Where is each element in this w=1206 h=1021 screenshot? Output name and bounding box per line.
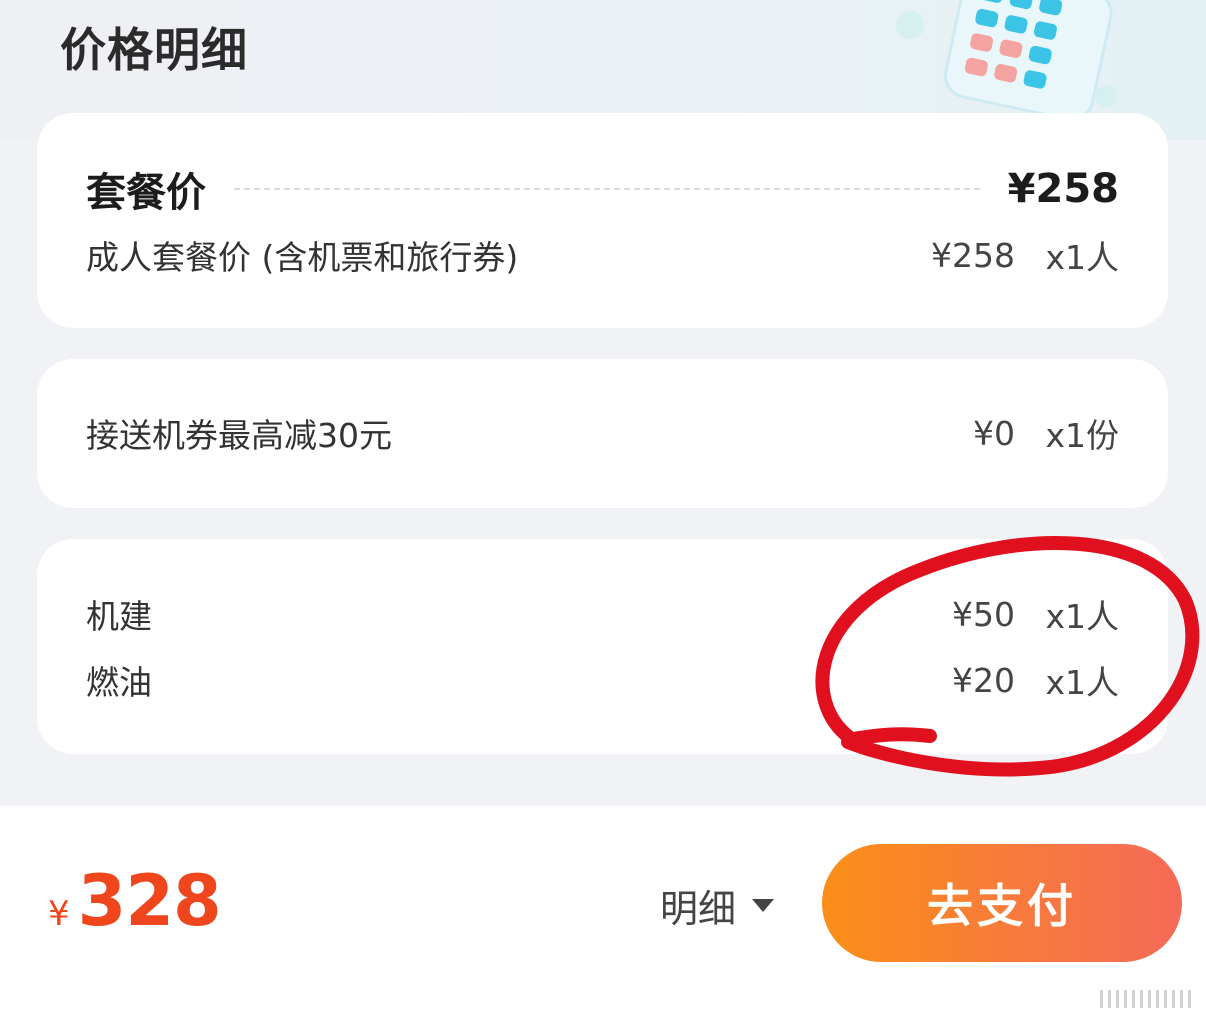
total-price: ¥ 328 [48,860,222,942]
item-label: 接送机券最高减30元 [86,416,392,455]
total-amount: 328 [77,860,222,942]
caret-down-icon [752,899,775,912]
price-row-adult-package: 成人套餐价 (含机票和旅行券) ¥258 x1人 [86,230,1119,280]
item-price: ¥0 [973,413,1015,453]
item-quantity: x1人 [1045,663,1119,702]
item-price: ¥50 [952,594,1015,634]
item-label: 机建 [86,597,152,636]
page-title: 价格明细 [60,23,248,77]
item-label: 燃油 [86,663,152,702]
price-row-airport-tax: 机建 ¥50 x1人 [86,589,1119,639]
item-quantity: x1人 [1045,597,1119,636]
item-quantity: x1份 [1045,416,1119,455]
detail-toggle[interactable]: 明细 [660,878,775,933]
coupon-card: 接送机券最高减30元 ¥0 x1份 [37,359,1168,508]
item-price: ¥258 [931,235,1015,275]
package-price-header: 套餐价 ¥258 [86,164,1119,216]
item-price: ¥20 [952,660,1015,700]
detail-toggle-label: 明细 [660,887,737,931]
price-row-airport-coupon: 接送机券最高减30元 ¥0 x1份 [86,408,1119,458]
watermark [1100,990,1196,1008]
calculator-icon [896,0,1117,120]
item-quantity: x1人 [1045,238,1119,277]
package-price-total: ¥258 [1007,166,1119,212]
currency-symbol: ¥ [48,894,70,934]
tax-fee-card: 机建 ¥50 x1人 燃油 ¥20 x1人 [37,539,1168,754]
item-label: 成人套餐价 (含机票和旅行券) [86,238,519,277]
price-row-fuel-surcharge: 燃油 ¥20 x1人 [86,655,1119,705]
pay-button[interactable]: 去支付 [822,844,1182,962]
dotted-leader [234,188,980,190]
package-price-card: 套餐价 ¥258 成人套餐价 (含机票和旅行券) ¥258 x1人 [37,113,1168,328]
package-price-title: 套餐价 [86,170,206,216]
